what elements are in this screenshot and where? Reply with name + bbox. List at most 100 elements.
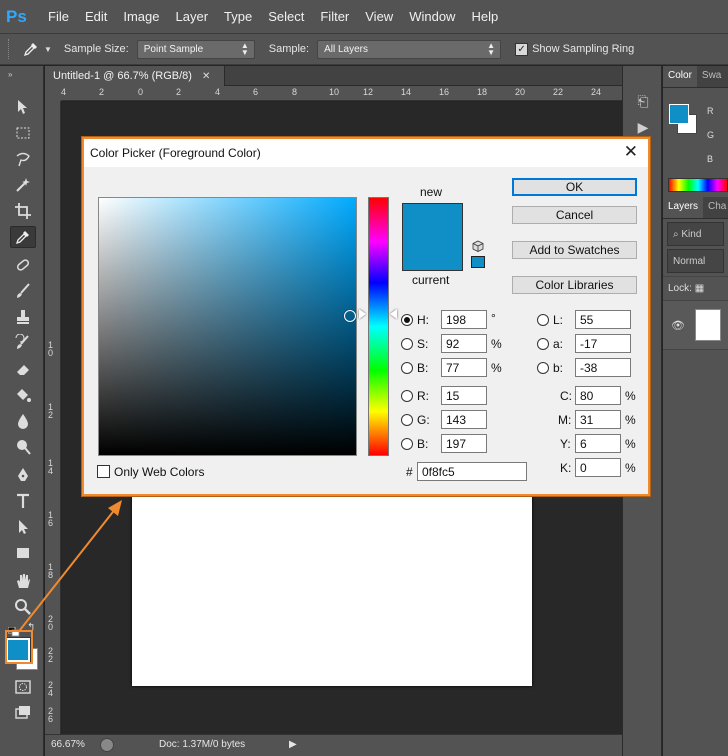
magic-wand-tool-icon[interactable] — [10, 174, 36, 196]
layer-filter-kind[interactable]: ⌕ Kind — [667, 222, 724, 246]
options-grip[interactable] — [8, 39, 12, 59]
color-libraries-button[interactable]: Color Libraries — [512, 276, 637, 294]
eye-icon[interactable]: 👁 — [671, 319, 685, 332]
channel-r-label: R — [707, 106, 714, 116]
close-icon[interactable]: ✕ — [202, 71, 210, 82]
sample-size-select[interactable]: Point Sample ▲ ▼ — [136, 39, 255, 59]
healing-brush-tool-icon[interactable] — [10, 254, 36, 276]
tools-collapse-icon[interactable]: » — [0, 66, 43, 88]
horizontal-ruler[interactable]: 4 2 0 2 4 6 8 10 12 14 16 18 20 22 24 — [61, 86, 622, 101]
actions-panel-icon[interactable]: ▶ — [633, 118, 653, 136]
menu-select[interactable]: Select — [260, 0, 312, 33]
eyedropper-preset-icon[interactable] — [18, 38, 44, 60]
tab-color[interactable]: Color — [663, 66, 697, 87]
only-web-colors-checkbox[interactable] — [97, 465, 110, 478]
marquee-tool-icon[interactable] — [10, 122, 36, 144]
menu-window[interactable]: Window — [401, 0, 463, 33]
dialog-title-bar[interactable]: Color Picker (Foreground Color) ✕ — [84, 139, 648, 167]
lock-transparency-icon[interactable]: ▦ — [695, 283, 704, 294]
lasso-tool-icon[interactable] — [10, 148, 36, 170]
color-picker-marker[interactable] — [344, 310, 356, 322]
rectangle-tool-icon[interactable] — [10, 542, 36, 564]
document-profile-icon[interactable] — [100, 738, 114, 752]
hue-slider-left-arrow-icon[interactable] — [359, 309, 366, 319]
menu-image[interactable]: Image — [115, 0, 167, 33]
web-safe-warning-cube-icon[interactable] — [472, 239, 484, 252]
pen-tool-icon[interactable] — [10, 464, 36, 486]
menu-type[interactable]: Type — [216, 0, 260, 33]
tab-channels[interactable]: Cha — [703, 197, 728, 218]
red-radio[interactable] — [401, 390, 413, 402]
move-tool-icon[interactable] — [10, 96, 36, 118]
eyedropper-tool-icon[interactable] — [10, 226, 36, 248]
document-tab[interactable]: Untitled-1 @ 66.7% (RGB/8) ✕ — [45, 66, 225, 86]
b-channel-radio[interactable] — [537, 362, 549, 374]
blue-radio[interactable] — [401, 438, 413, 450]
sample-select[interactable]: All Layers ▲ ▼ — [317, 39, 502, 59]
menu-file[interactable]: File — [40, 0, 77, 33]
zoom-tool-icon[interactable] — [10, 596, 36, 618]
document-canvas[interactable] — [132, 492, 532, 686]
quick-mask-icon[interactable] — [10, 676, 36, 698]
menu-filter[interactable]: Filter — [312, 0, 357, 33]
current-color-preview[interactable] — [402, 237, 463, 271]
brush-tool-icon[interactable] — [10, 280, 36, 302]
b-channel-field[interactable]: -38 — [575, 358, 631, 377]
tab-swatches[interactable]: Swa — [697, 66, 726, 87]
hue-slider-right-arrow-icon[interactable] — [390, 309, 397, 319]
tab-layers[interactable]: Layers — [663, 197, 704, 218]
menu-edit[interactable]: Edit — [77, 0, 115, 33]
history-panel-icon[interactable]: ⎗ — [633, 92, 653, 110]
tool-preset-caret-icon[interactable]: ▼ — [44, 45, 52, 54]
hand-tool-icon[interactable] — [10, 570, 36, 592]
zoom-level[interactable]: 66.67% — [51, 739, 85, 750]
show-sampling-ring-checkbox[interactable]: ✓ — [515, 42, 529, 56]
web-safe-color-swatch[interactable] — [471, 256, 485, 268]
hue-slider[interactable] — [368, 197, 389, 456]
magenta-field[interactable]: 31 — [575, 410, 621, 429]
vertical-ruler[interactable]: 1 0 1 2 1 4 1 6 1 8 2 0 2 2 2 4 2 6 — [45, 101, 61, 734]
lightness-radio[interactable] — [537, 314, 549, 326]
a-channel-field[interactable]: -17 — [575, 334, 631, 353]
ok-button[interactable]: OK — [512, 178, 637, 196]
screen-mode-icon[interactable] — [10, 702, 36, 724]
panel-foreground-swatch[interactable] — [669, 104, 689, 124]
cyan-field[interactable]: 80 — [575, 386, 621, 405]
type-tool-icon[interactable] — [10, 490, 36, 512]
black-field[interactable]: 0 — [575, 458, 621, 477]
hex-field[interactable]: 0f8fc5 — [417, 462, 527, 481]
a-channel-radio[interactable] — [537, 338, 549, 350]
path-selection-tool-icon[interactable] — [10, 516, 36, 538]
hue-radio[interactable] — [401, 314, 413, 326]
red-field[interactable]: 15 — [441, 386, 487, 405]
menu-view[interactable]: View — [357, 0, 401, 33]
brightness-field[interactable]: 77 — [441, 358, 487, 377]
green-field[interactable]: 143 — [441, 410, 487, 429]
blend-mode-select[interactable]: Normal — [667, 249, 724, 273]
saturation-brightness-field[interactable] — [98, 197, 357, 456]
dodge-tool-icon[interactable] — [10, 436, 36, 458]
paint-bucket-tool-icon[interactable] — [10, 384, 36, 406]
menu-layer[interactable]: Layer — [168, 0, 217, 33]
blue-field[interactable]: 197 — [441, 434, 487, 453]
menu-help[interactable]: Help — [463, 0, 506, 33]
hue-field[interactable]: 198 — [441, 310, 487, 329]
crop-tool-icon[interactable] — [10, 200, 36, 222]
add-to-swatches-button[interactable]: Add to Swatches — [512, 241, 637, 259]
brightness-radio[interactable] — [401, 362, 413, 374]
ruler-origin[interactable] — [45, 86, 61, 101]
close-icon[interactable]: ✕ — [624, 143, 638, 161]
blur-tool-icon[interactable] — [10, 410, 36, 432]
saturation-radio[interactable] — [401, 338, 413, 350]
lightness-field[interactable]: 55 — [575, 310, 631, 329]
cancel-button[interactable]: Cancel — [512, 206, 637, 224]
eraser-tool-icon[interactable] — [10, 358, 36, 380]
status-menu-arrow-icon[interactable]: ▶ — [289, 739, 297, 750]
saturation-field[interactable]: 92 — [441, 334, 487, 353]
yellow-field[interactable]: 6 — [575, 434, 621, 453]
color-spectrum-ramp[interactable] — [668, 178, 728, 192]
layer-row[interactable]: 👁 — [663, 300, 728, 350]
clone-stamp-tool-icon[interactable] — [10, 306, 36, 328]
history-brush-tool-icon[interactable] — [10, 332, 36, 354]
green-radio[interactable] — [401, 414, 413, 426]
